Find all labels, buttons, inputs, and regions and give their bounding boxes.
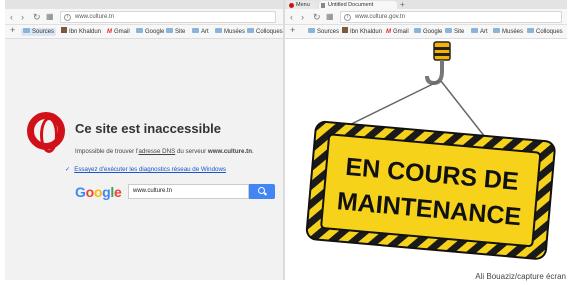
reload-icon[interactable]: ↻	[313, 11, 321, 23]
gmail-icon: M	[107, 29, 112, 35]
right-toolbar: ‹ › ↻ ▦ i www.culture.gov.tn	[285, 9, 567, 25]
info-icon[interactable]: i	[64, 13, 71, 21]
reload-icon[interactable]: ↻	[33, 11, 41, 23]
left-tab-strip	[5, 0, 283, 9]
bookmark-ibn-khaldun[interactable]: Ibn Khaldun	[61, 27, 101, 36]
book-icon	[61, 27, 67, 34]
warning-sign-board: EN COURS DE MAINTENANCE	[305, 120, 556, 260]
folder-icon	[136, 27, 143, 33]
folder-icon	[166, 27, 173, 33]
right-bookmarks-bar: + Sources Ibn Khaldun M Gmail Google Site…	[285, 25, 567, 39]
bookmark-site[interactable]: Site	[166, 27, 185, 36]
diagnostics-link[interactable]: Essayez d'exécuter les diagnostics résea…	[74, 166, 226, 173]
folder-icon	[23, 27, 30, 33]
folder-icon	[308, 27, 315, 33]
folder-icon	[445, 27, 452, 33]
address-bar-url: www.culture.gov.tn	[355, 14, 405, 20]
forward-icon[interactable]: ›	[301, 11, 304, 23]
back-icon[interactable]: ‹	[10, 11, 13, 23]
bookmark-gmail[interactable]: M Gmail	[386, 28, 409, 36]
folder-icon	[414, 27, 421, 33]
folder-icon	[527, 27, 534, 33]
gmail-icon: M	[386, 29, 391, 35]
maintenance-sign-illustration: EN COURS DE MAINTENANCE	[305, 41, 556, 260]
address-bar[interactable]: i www.culture.tn	[60, 11, 276, 23]
back-icon[interactable]: ‹	[290, 11, 293, 23]
add-bookmark-icon[interactable]: +	[10, 26, 15, 35]
dns-address-link[interactable]: adresse DNS	[138, 148, 175, 155]
folder-icon	[192, 27, 199, 33]
tab-untitled-document[interactable]: Untitled Document	[319, 1, 397, 9]
crane-hook-icon	[425, 41, 451, 86]
left-toolbar: ‹ › ↻ ▦ i www.culture.tn	[5, 9, 283, 25]
forward-icon[interactable]: ›	[21, 11, 24, 23]
bookmark-site[interactable]: Site	[445, 27, 464, 36]
bookmark-google[interactable]: Google	[136, 27, 164, 36]
folder-icon	[471, 27, 478, 33]
bookmark-art[interactable]: Art	[471, 27, 488, 36]
address-bar[interactable]: i www.culture.gov.tn	[340, 11, 562, 23]
apps-grid-icon[interactable]: ▦	[326, 11, 334, 23]
bookmark-ibn-khaldun[interactable]: Ibn Khaldun	[342, 27, 382, 36]
add-bookmark-icon[interactable]: +	[290, 26, 295, 35]
diagnostics-suggestion: ✓ Essayez d'exécuter les diagnostics rése…	[65, 166, 226, 173]
bookmark-colloques[interactable]: Colloques	[527, 27, 563, 36]
google-search-button[interactable]	[249, 184, 275, 199]
opera-icon	[289, 2, 294, 8]
folder-icon	[215, 27, 222, 33]
folder-icon	[493, 27, 500, 33]
new-tab-icon[interactable]: +	[400, 0, 405, 9]
photo-credit: Ali Bouaziz/capture écran	[475, 272, 566, 281]
error-message: Impossible de trouver l'adresse DNS du s…	[75, 148, 254, 155]
google-logo: Google	[75, 184, 122, 200]
bookmark-art[interactable]: Art	[192, 27, 209, 36]
bookmark-google[interactable]: Google	[414, 27, 442, 36]
check-icon: ✓	[65, 166, 71, 173]
bookmark-musees[interactable]: Musées	[215, 27, 245, 36]
folder-icon	[247, 27, 254, 33]
error-domain: www.culture.tn	[207, 148, 253, 155]
book-icon	[342, 27, 348, 34]
error-title: Ce site est inaccessible	[75, 121, 221, 136]
right-tab-strip: Menu Untitled Document +	[285, 0, 567, 9]
document-icon	[321, 2, 325, 8]
left-bookmarks-bar: + Sources Ibn Khaldun M Gmail Google Site…	[5, 25, 283, 39]
bookmark-sources[interactable]: Sources	[308, 27, 339, 36]
bookmark-colloques[interactable]: Colloques	[247, 27, 283, 36]
tab-menu[interactable]: Menu	[287, 1, 317, 9]
bookmark-sources[interactable]: Sources	[21, 27, 57, 36]
bookmark-gmail[interactable]: M Gmail	[107, 28, 130, 36]
info-icon[interactable]: i	[344, 13, 351, 21]
google-search-input[interactable]: www.culture.tn	[128, 184, 249, 199]
apps-grid-icon[interactable]: ▦	[46, 11, 54, 23]
bookmark-musees[interactable]: Musées	[493, 27, 523, 36]
right-browser-window: Menu Untitled Document + ‹ › ↻ ▦ i www.c…	[285, 0, 567, 280]
address-bar-url: www.culture.tn	[75, 14, 115, 20]
opera-logo-icon	[27, 112, 65, 153]
left-browser-window: ‹ › ↻ ▦ i www.culture.tn + Sources Ibn K…	[5, 0, 283, 280]
